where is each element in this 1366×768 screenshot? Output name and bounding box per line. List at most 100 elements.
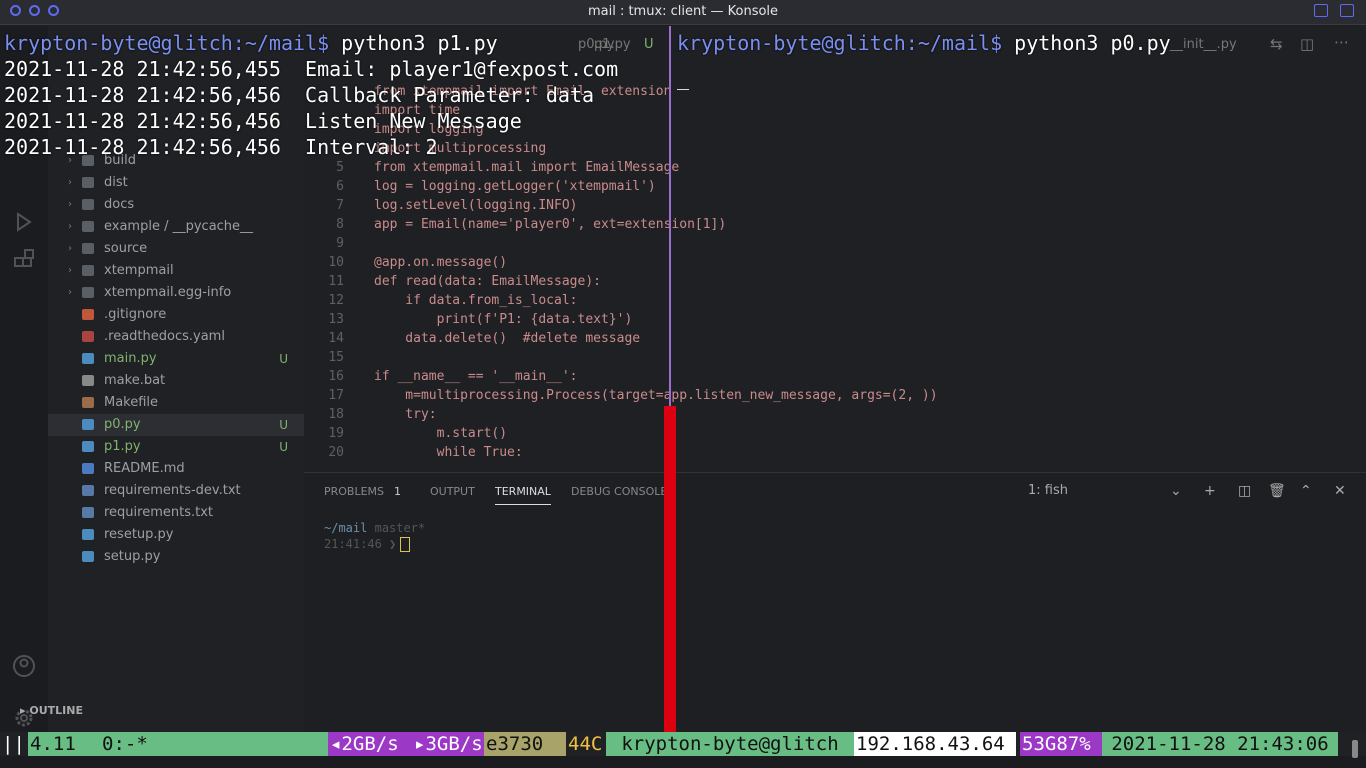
code-line: 10 @app.on.message() — [304, 253, 1366, 272]
code-text: def read(data: EmailMessage): — [374, 274, 601, 289]
split-editor-icon[interactable]: ◫ — [1300, 35, 1314, 53]
code-text: data.delete() #delete message — [374, 331, 641, 346]
file-icon — [82, 309, 94, 320]
tree-item-label: resetup.py — [104, 527, 174, 542]
cpu-model: e3730 — [484, 732, 566, 756]
extensions-icon[interactable] — [12, 248, 36, 272]
tree-item[interactable]: › dist — [48, 172, 304, 194]
editor-tab-init[interactable]: __init__.py — [1170, 37, 1237, 52]
code-text: app = Email(name='player0', ext=extensio… — [374, 217, 727, 232]
trash-icon[interactable]: 🗑 — [1268, 483, 1286, 499]
tree-item-label: main.py — [104, 351, 157, 366]
window-titlebar[interactable]: mail : tmux: client — Konsole — [0, 0, 1366, 25]
git-status-badge: U — [279, 418, 288, 432]
tree-item[interactable]: requirements-dev.txt — [48, 480, 304, 502]
folder-icon — [82, 265, 94, 276]
account-icon[interactable] — [12, 654, 36, 678]
outline-section[interactable]: ▸ OUTLINE — [20, 704, 83, 717]
folder-icon — [82, 287, 94, 298]
tree-item[interactable]: › xtempmail — [48, 260, 304, 282]
tree-item[interactable]: resetup.py — [48, 524, 304, 546]
line-number: 5 — [336, 160, 344, 175]
code-text: log = logging.getLogger('xtempmail') — [374, 179, 656, 194]
status-filler — [148, 732, 328, 756]
tree-item[interactable]: make.bat — [48, 370, 304, 392]
session-indicator[interactable]: || — [0, 732, 28, 756]
tree-item[interactable]: › source — [48, 238, 304, 260]
debug-icon[interactable] — [12, 210, 36, 234]
close-window-icon[interactable] — [1340, 4, 1354, 17]
code-line: 6 log = logging.getLogger('xtempmail') — [304, 177, 1366, 196]
terminal-prompt-time[interactable]: 21:41:46 ❯ — [324, 537, 411, 552]
tree-item[interactable]: › docs — [48, 194, 304, 216]
maximize-panel-icon[interactable]: ⌃ — [1300, 483, 1312, 499]
code-text: @app.on.message() — [374, 255, 508, 270]
memory-usage: 53G87% — [1020, 732, 1102, 756]
tree-item[interactable]: › example / __pycache__ — [48, 216, 304, 238]
datetime: 2021-11-28 21:43:06 — [1102, 732, 1338, 756]
chevron-down-icon[interactable]: ⌄ — [1170, 483, 1182, 499]
folder-icon — [82, 221, 94, 232]
code-line: 11 def read(data: EmailMessage): — [304, 272, 1366, 291]
folder-icon — [82, 199, 94, 210]
line-number: 10 — [328, 255, 344, 270]
tree-item[interactable]: main.py U — [48, 348, 304, 370]
tree-item[interactable]: › xtempmail.egg-info — [48, 282, 304, 304]
line-number: 6 — [336, 179, 344, 194]
scrollbar[interactable] — [1352, 740, 1358, 758]
file-icon — [82, 463, 94, 474]
tree-item[interactable]: p0.py U — [48, 414, 304, 436]
log-message: Interval: 2 — [305, 135, 438, 159]
tree-item[interactable]: README.md — [48, 458, 304, 480]
code-text: if data.from_is_local: — [374, 293, 578, 308]
file-icon — [82, 375, 94, 386]
upload-rate: ▸3GB/s — [412, 732, 484, 756]
split-terminal-icon[interactable]: ◫ — [1238, 483, 1251, 499]
tab-debug-console[interactable]: DEBUG CONSOLE — [571, 485, 667, 498]
code-text: if __name__ == '__main__': — [374, 369, 578, 384]
line-number: 18 — [328, 407, 344, 422]
right-pane-prompt: krypton-byte@glitch:~/mail$ python3 p0.p… — [677, 31, 1171, 55]
log-line: 2021-11-28 21:42:56,456 Interval: 2 — [4, 134, 438, 160]
new-terminal-icon[interactable]: + — [1204, 483, 1216, 499]
tree-item[interactable]: .readthedocs.yaml — [48, 326, 304, 348]
tmux-version: 4.11 — [28, 732, 100, 756]
tree-item[interactable]: .gitignore — [48, 304, 304, 326]
file-icon — [82, 419, 94, 430]
tab-output[interactable]: OUTPUT — [430, 485, 475, 498]
code-text: try: — [374, 407, 437, 422]
line-number: 7 — [336, 198, 344, 213]
terminal-selector[interactable]: 1: fish — [1028, 483, 1068, 498]
tree-item[interactable]: requirements.txt — [48, 502, 304, 524]
tree-item-label: .readthedocs.yaml — [104, 329, 225, 344]
line-number: 16 — [328, 369, 344, 384]
terminal-prompt-path: ~/mail master* — [324, 521, 426, 535]
tab-problems[interactable]: PROBLEMS 1 — [324, 485, 401, 498]
cpu-temp: 44C — [566, 732, 606, 756]
log-timestamp: 2021-11-28 21:42:56,456 — [4, 109, 281, 133]
compare-icon[interactable]: ⇆ — [1270, 35, 1283, 53]
more-actions-icon[interactable]: ⋯ — [1334, 33, 1349, 51]
tree-item-label: dist — [104, 175, 128, 190]
tree-item[interactable]: setup.py — [48, 546, 304, 568]
tab-terminal[interactable]: TERMINAL — [495, 485, 551, 505]
file-icon — [82, 507, 94, 518]
editor-tab-badge: U — [644, 37, 654, 52]
log-timestamp: 2021-11-28 21:42:56,456 — [4, 83, 281, 107]
close-panel-icon[interactable]: ✕ — [1334, 483, 1346, 499]
tree-item[interactable]: Makefile — [48, 392, 304, 414]
file-icon — [82, 331, 94, 342]
file-icon — [82, 529, 94, 540]
window-title: mail : tmux: client — Konsole — [587, 4, 779, 19]
right-pane-cursor[interactable]: _ — [677, 66, 689, 90]
editor-tab-p1[interactable]: p1.py — [594, 37, 631, 52]
code-line: import multiprocessing — [304, 139, 1366, 158]
line-number: 15 — [328, 350, 344, 365]
tree-item-label: p1.py — [104, 439, 141, 454]
code-line: 8 app = Email(name='player0', ext=extensi… — [304, 215, 1366, 234]
tree-item[interactable]: p1.py U — [48, 436, 304, 458]
chevron-right-icon: › — [68, 265, 72, 276]
line-number: 12 — [328, 293, 344, 308]
window-indicator[interactable]: 0:-* — [100, 732, 148, 756]
tree-item-label: setup.py — [104, 549, 161, 564]
